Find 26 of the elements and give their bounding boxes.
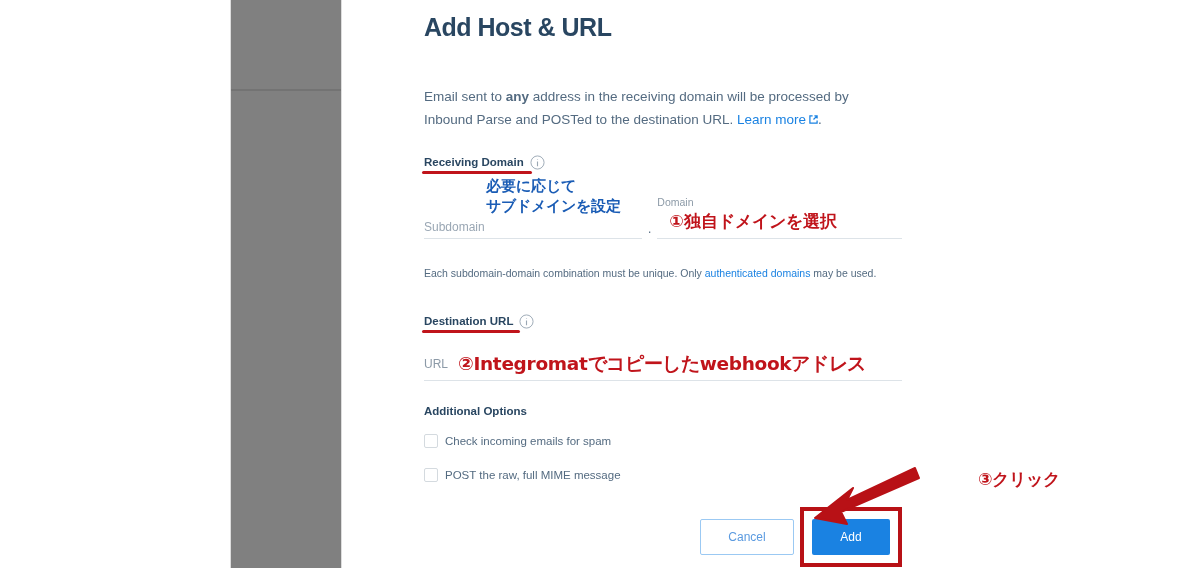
authenticated-domains-link[interactable]: authenticated domains: [704, 267, 811, 279]
field-label: Receiving Domain: [424, 156, 524, 168]
description-text: Email sent to any address in the receiving domain will be processed by Inbound Parse and POSTed to the destination URL. Learn more .: [424, 88, 850, 129]
domain-field[interactable]: [657, 235, 902, 239]
separator-text: .: [648, 222, 652, 238]
annotation-note: 必要に応じて サブドメインを設定: [486, 177, 622, 216]
info-icon[interactable]: [529, 154, 545, 170]
page-title: Add Host & URL: [424, 13, 613, 42]
domain-label: Domain: [657, 196, 695, 208]
cancel-button[interactable]: Cancel: [700, 519, 794, 555]
external-link-icon: [809, 115, 818, 124]
checkbox-label: POST the raw, full MIME message: [445, 469, 621, 481]
field-label: Destination URL: [424, 315, 514, 327]
learn-more-link[interactable]: Learn more: [736, 112, 818, 127]
add-button[interactable]: Add: [812, 519, 890, 555]
annotation-note: ③クリック: [978, 468, 1061, 491]
url-field[interactable]: URL ②Integromatでコピーしたwebhookアドレス: [424, 351, 902, 381]
annotation-note: ①独自ドメインを選択: [669, 210, 838, 233]
annotation-note: ②Integromatでコピーしたwebhookアドレス: [458, 352, 867, 376]
checkbox[interactable]: [424, 434, 438, 448]
help-text: Each subdomain-domain combination must be unique. Only authenticated domains may be used.: [424, 266, 878, 281]
checkbox-label: Check incoming emails for spam: [445, 435, 612, 447]
checkbox[interactable]: [424, 468, 438, 482]
section-title: Additional Options: [424, 405, 528, 417]
subdomain-field[interactable]: Subdomain: [424, 216, 642, 239]
info-icon[interactable]: [519, 313, 535, 329]
